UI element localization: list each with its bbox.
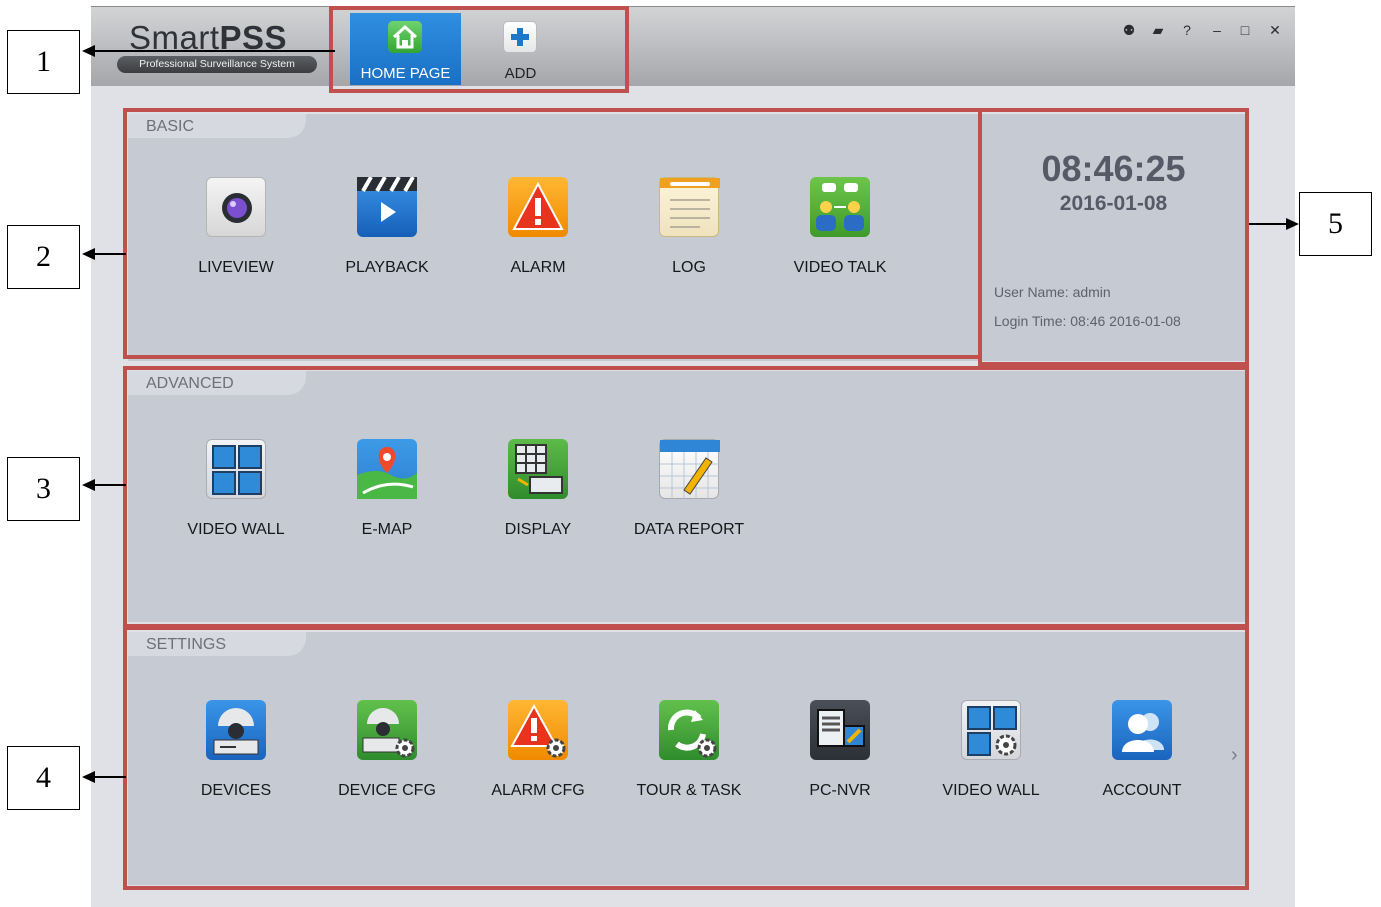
callout-3: 3 (7, 457, 80, 521)
title-bar: SmartPSS Professional Surveillance Syste… (91, 6, 1295, 86)
callout-1: 1 (7, 30, 80, 94)
help-icon[interactable]: ? (1178, 21, 1196, 39)
close-icon[interactable]: ✕ (1266, 21, 1284, 39)
highlight-basic (123, 108, 982, 359)
highlight-tabs (329, 6, 629, 93)
maximize-icon[interactable]: □ (1236, 21, 1254, 39)
callout-4: 4 (7, 746, 80, 810)
lock-icon[interactable]: ▰ (1149, 21, 1167, 39)
minimize-icon[interactable]: – (1208, 21, 1226, 39)
arrow-left-icon (82, 248, 95, 260)
user-icon[interactable]: ⚉ (1120, 21, 1138, 39)
logo-subtitle: Professional Surveillance System (117, 56, 317, 73)
highlight-settings (123, 626, 1249, 890)
arrow-right-icon (1286, 218, 1299, 230)
highlight-advanced (123, 366, 1249, 628)
arrow-left-icon (82, 479, 95, 491)
arrow-left-icon (82, 45, 95, 57)
arrow-left-icon (82, 771, 95, 783)
highlight-status (978, 108, 1249, 366)
figure: SmartPSS Professional Surveillance Syste… (0, 0, 1381, 907)
callout-2: 2 (7, 225, 80, 289)
callout-5: 5 (1299, 192, 1372, 256)
